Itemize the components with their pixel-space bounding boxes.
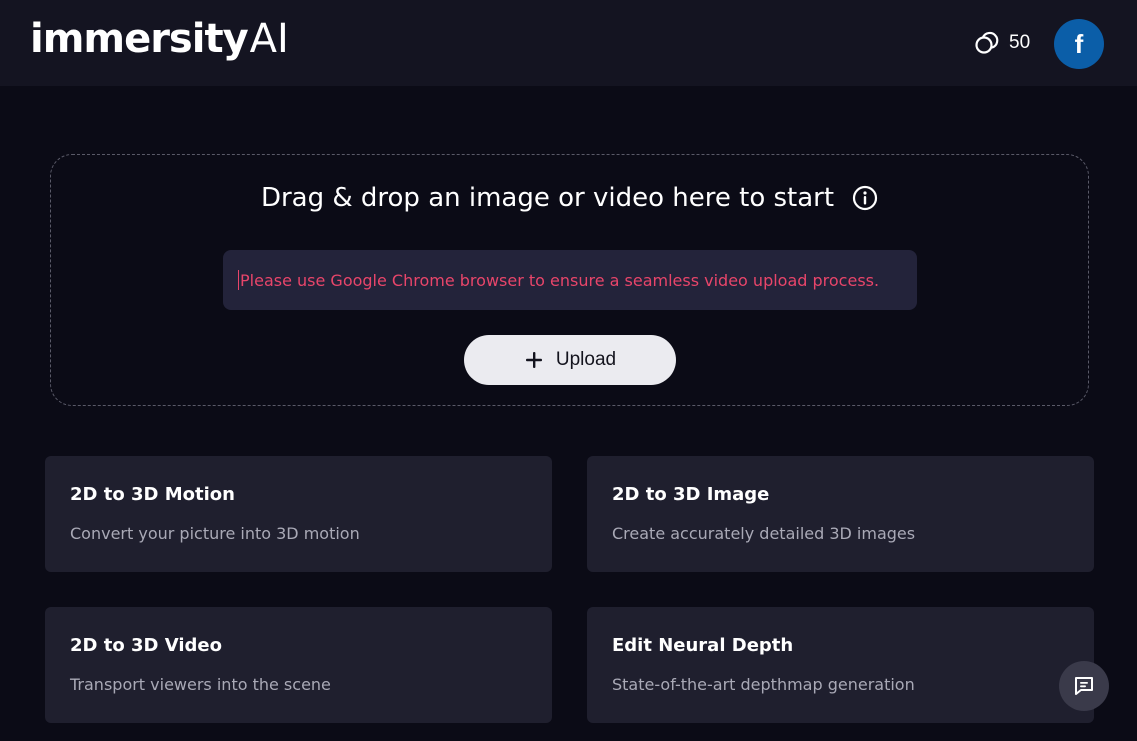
credits-counter[interactable]: 50 (973, 28, 1030, 58)
card-2d-to-3d-image[interactable]: 2D to 3D Image Create accurately detaile… (587, 456, 1094, 572)
card-description: State-of-the-art depthmap generation (612, 675, 915, 694)
chat-icon (1075, 677, 1093, 695)
upload-button[interactable]: Upload (464, 335, 676, 385)
dropzone-title: Drag & drop an image or video here to st… (260, 183, 835, 213)
upload-button-label: Upload (555, 349, 617, 370)
card-title: 2D to 3D Video (70, 635, 222, 656)
dropzone-heading: Drag & drop an image or video here to st… (51, 183, 1088, 213)
card-2d-to-3d-motion[interactable]: 2D to 3D Motion Convert your picture int… (45, 456, 552, 572)
immersity-logo[interactable]: immersity AI (30, 16, 289, 66)
plus-icon (525, 352, 542, 368)
card-title: 2D to 3D Image (612, 484, 770, 505)
upload-dropzone[interactable]: Drag & drop an image or video here to st… (50, 154, 1089, 406)
credits-count: 50 (1009, 32, 1031, 53)
card-description: Transport viewers into the scene (70, 675, 331, 694)
browser-notice: Please use Google Chrome browser to ensu… (223, 250, 917, 310)
card-description: Convert your picture into 3D motion (70, 524, 360, 543)
card-title: Edit Neural Depth (612, 635, 794, 656)
coins-icon (975, 31, 999, 54)
text-caret (238, 270, 239, 290)
card-title: 2D to 3D Motion (70, 484, 235, 505)
chat-widget-button[interactable] (1059, 661, 1109, 711)
card-2d-to-3d-video[interactable]: 2D to 3D Video Transport viewers into th… (45, 607, 552, 723)
user-avatar[interactable]: f (1054, 19, 1104, 69)
info-icon[interactable] (852, 185, 878, 211)
card-description: Create accurately detailed 3D images (612, 524, 916, 543)
logo-wordmark: immersity (30, 16, 249, 62)
card-edit-neural-depth[interactable]: Edit Neural Depth State-of-the-art depth… (587, 607, 1094, 723)
browser-notice-text: Please use Google Chrome browser to ensu… (240, 270, 880, 290)
app-header: immersity AI 50 f (0, 0, 1137, 86)
logo-suffix: AI (249, 16, 289, 62)
